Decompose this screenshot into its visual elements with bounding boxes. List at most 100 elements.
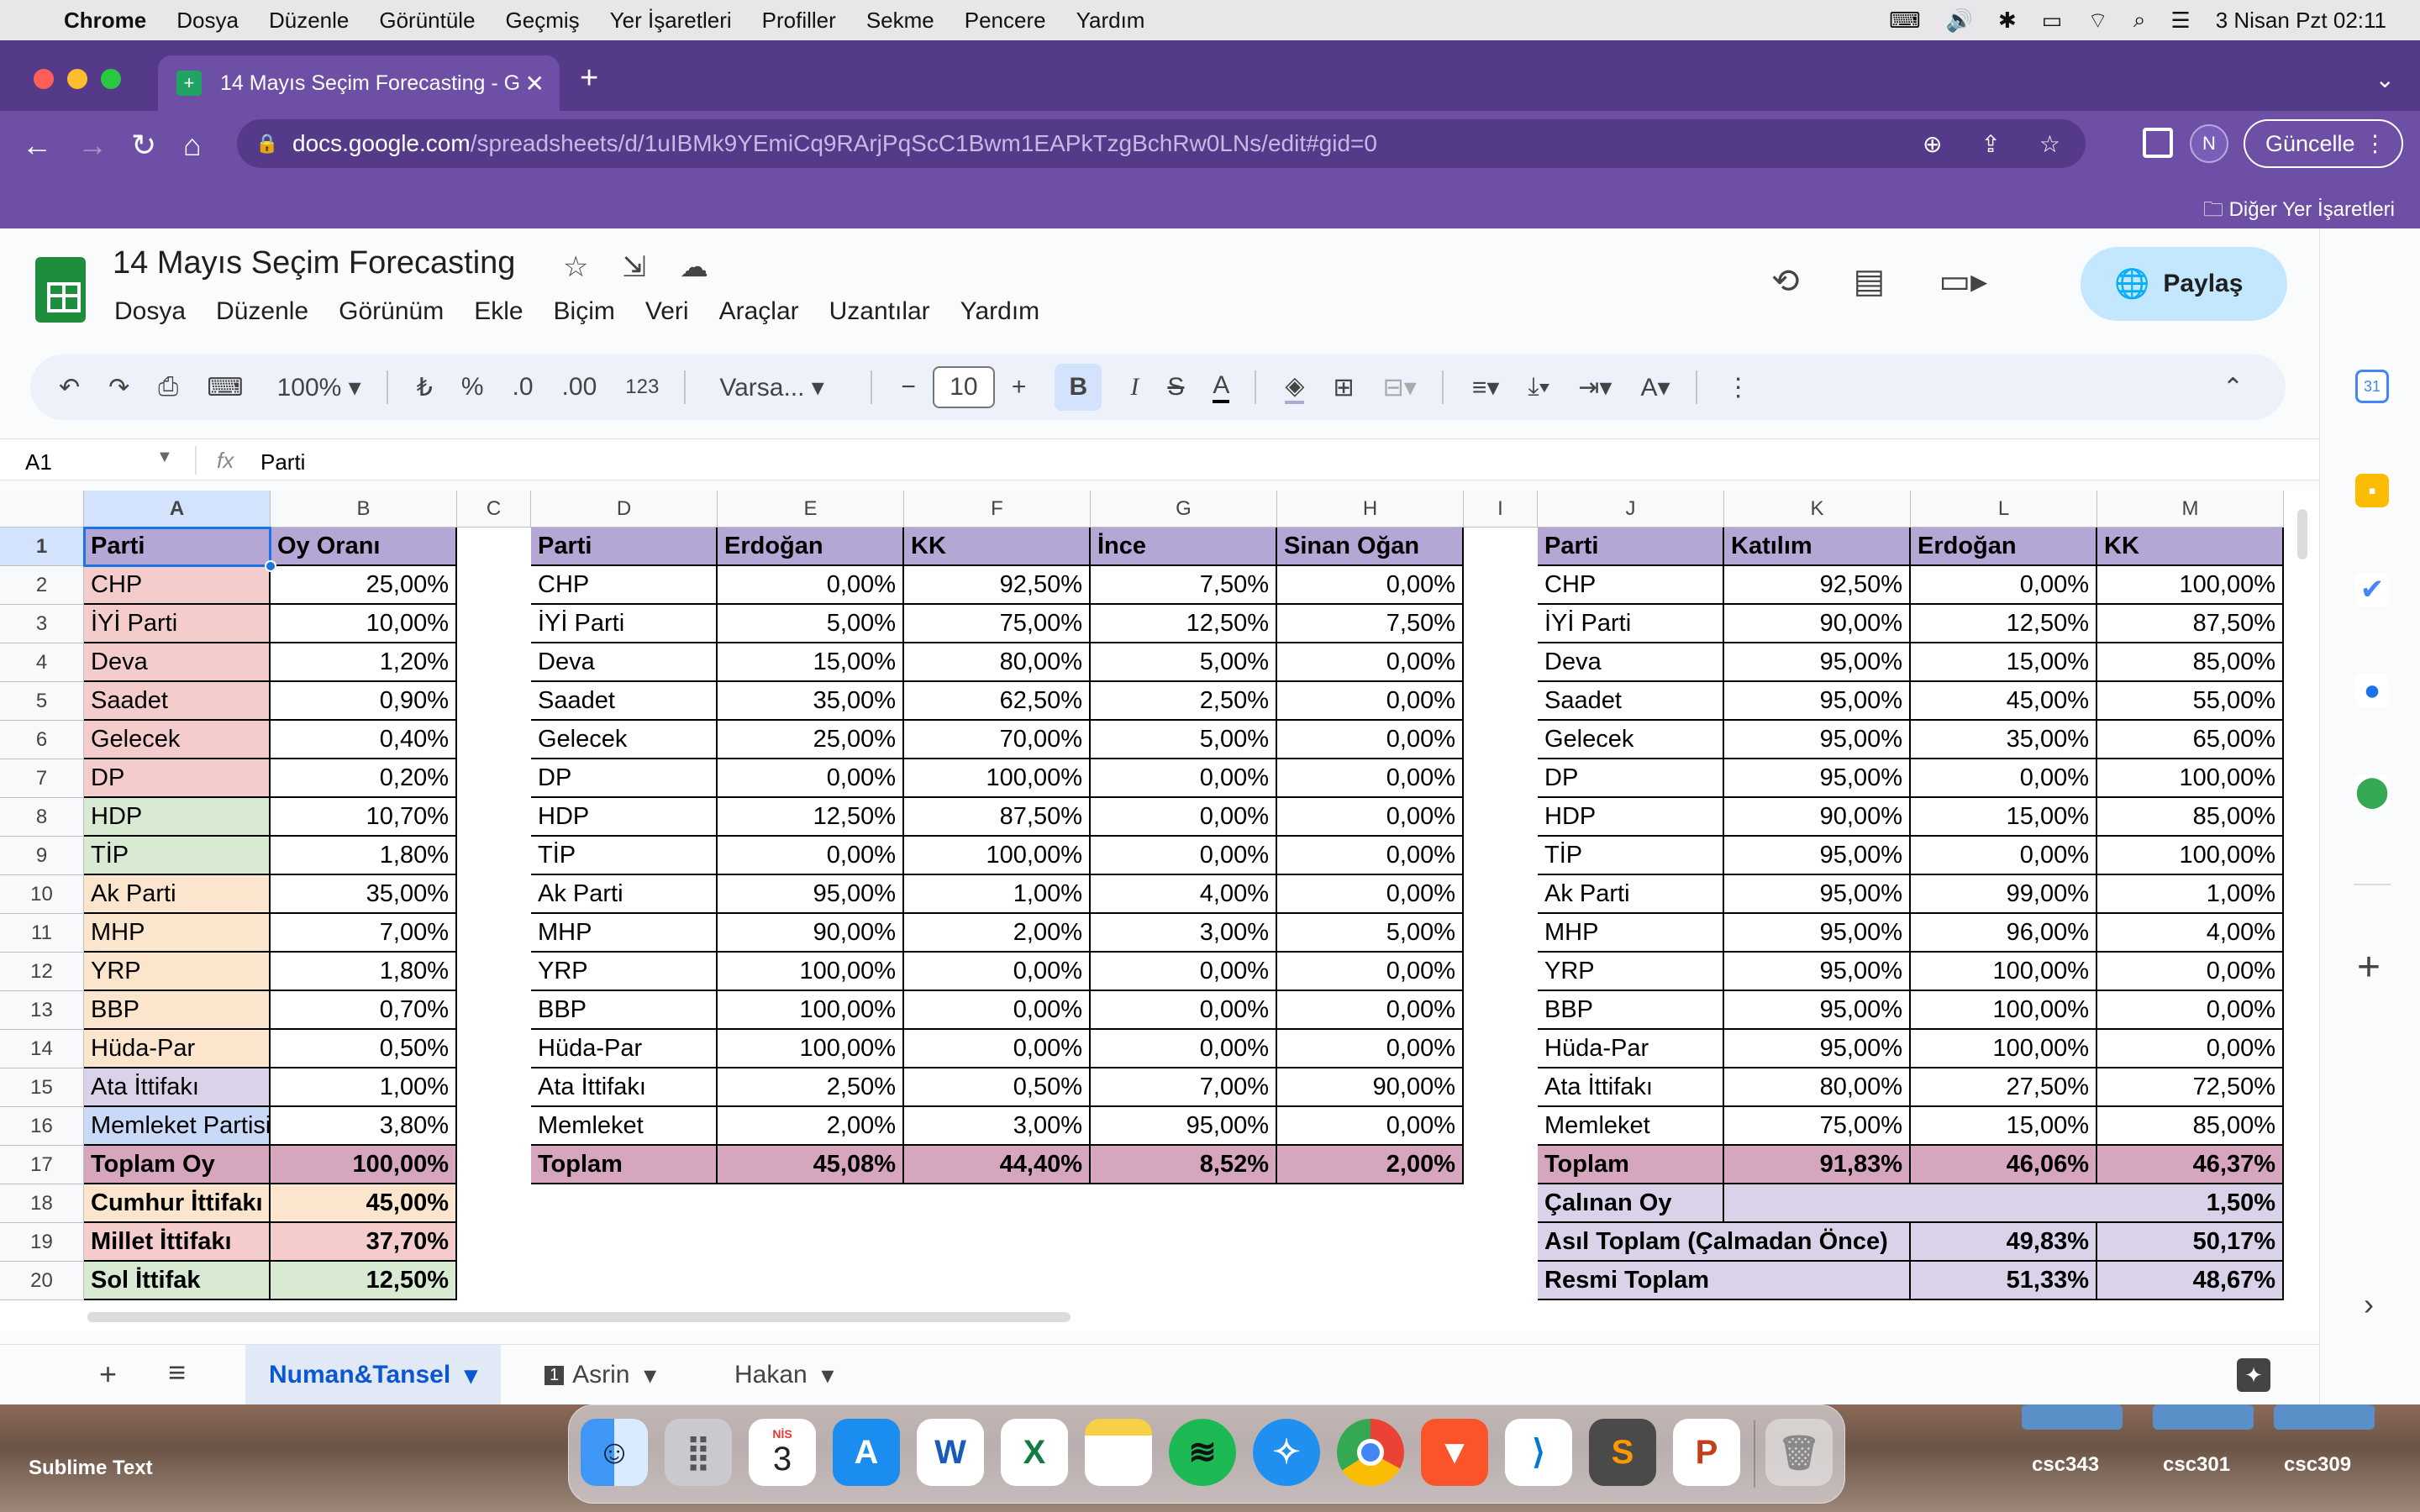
cell[interactable]: Saadet (531, 682, 718, 721)
cell[interactable]: Hüda-Par (1538, 1030, 1724, 1068)
column-header[interactable]: K (1724, 491, 1911, 528)
back-icon[interactable]: ← (22, 128, 52, 163)
row-header[interactable]: 2 (0, 566, 84, 605)
cell[interactable]: Deva (531, 643, 718, 682)
text-color-icon[interactable]: A (1213, 371, 1230, 403)
sheets-menu-item[interactable]: Ekle (474, 297, 523, 326)
add-sheet-icon[interactable]: + (99, 1357, 117, 1392)
cell[interactable]: YRP (531, 953, 718, 991)
cell[interactable]: YRP (84, 953, 271, 991)
cell[interactable]: 100,00% (718, 991, 904, 1030)
font-size-minus-icon[interactable]: − (901, 373, 916, 402)
cell[interactable]: 95,00% (718, 875, 904, 914)
menu-datetime[interactable]: 3 Nisan Pzt 02:11 (2216, 8, 2386, 34)
browser-tab-active[interactable]: + 14 Mayıs Seçim Forecasting - G ✕ (158, 55, 560, 111)
cell[interactable]: 92,50% (1724, 566, 1911, 605)
share-page-icon[interactable]: ⇪ (1981, 130, 2000, 158)
cell[interactable]: Memleket Partisi (84, 1107, 271, 1146)
cell[interactable]: 1,00% (904, 875, 1091, 914)
cell[interactable]: Ak Parti (84, 875, 271, 914)
font-size-input[interactable]: 10 (932, 366, 995, 408)
cell[interactable]: 95,00% (1724, 643, 1911, 682)
cell[interactable]: Erdoğan (718, 528, 904, 566)
cell[interactable]: Asıl Toplam (Çalmadan Önce) (1538, 1223, 1911, 1262)
horizontal-align-icon[interactable]: ≡▾ (1472, 373, 1500, 402)
desktop-folder-label[interactable]: csc301 (2163, 1453, 2230, 1477)
cell[interactable]: Erdoğan (1911, 528, 2097, 566)
row-header[interactable]: 9 (0, 837, 84, 875)
cell[interactable]: BBP (84, 991, 271, 1030)
merge-cells-icon[interactable]: ⊟▾ (1383, 373, 1417, 402)
minimize-window-icon[interactable] (67, 69, 87, 89)
cell[interactable]: 7,00% (1091, 1068, 1277, 1107)
calendar-icon[interactable]: 31 (2355, 370, 2389, 403)
cell[interactable]: 91,83% (1724, 1146, 1911, 1184)
sheet-tab[interactable]: 1 Asrin ▾ (521, 1345, 680, 1405)
cell[interactable]: 0,00% (1091, 1030, 1277, 1068)
undo-icon[interactable]: ↶ (59, 373, 80, 402)
cell[interactable]: 87,50% (904, 798, 1091, 837)
menu-item[interactable]: Yer İşaretleri (610, 8, 732, 34)
cell[interactable]: 51,33% (1911, 1262, 2097, 1300)
column-header[interactable]: F (904, 491, 1091, 528)
print-icon[interactable]: ⎙ (158, 373, 178, 402)
finder-icon[interactable]: ☺ (581, 1419, 648, 1486)
row-header[interactable]: 12 (0, 953, 84, 991)
cell[interactable]: BBP (531, 991, 718, 1030)
cell[interactable]: 0,00% (718, 566, 904, 605)
row-header[interactable]: 13 (0, 991, 84, 1030)
cell[interactable]: Memleket (531, 1107, 718, 1146)
cell[interactable]: 80,00% (904, 643, 1091, 682)
cell[interactable]: 25,00% (271, 566, 457, 605)
cell[interactable]: Gelecek (84, 721, 271, 759)
sheets-menu-item[interactable]: Uzantılar (829, 297, 930, 326)
cell[interactable]: Saadet (1538, 682, 1724, 721)
sheets-logo-icon[interactable] (35, 257, 86, 323)
percent-format-button[interactable]: % (461, 373, 484, 402)
cell[interactable]: 0,00% (1277, 991, 1464, 1030)
cell[interactable]: Parti (1538, 528, 1724, 566)
cell[interactable]: 12,50% (1911, 605, 2097, 643)
cell[interactable]: HDP (84, 798, 271, 837)
cell[interactable]: 3,80% (271, 1107, 457, 1146)
column-header[interactable]: D (531, 491, 718, 528)
cell[interactable]: CHP (1538, 566, 1724, 605)
column-header[interactable]: J (1538, 491, 1724, 528)
cell[interactable]: 72,50% (2097, 1068, 2284, 1107)
paint-format-icon[interactable]: ⌨ (207, 373, 243, 402)
cell[interactable]: 0,40% (271, 721, 457, 759)
row-header[interactable]: 17 (0, 1146, 84, 1184)
desktop-folder-icon[interactable] (2274, 1404, 2375, 1430)
close-tab-icon[interactable]: ✕ (525, 70, 544, 97)
font-select[interactable]: Varsa... ▾ (719, 373, 845, 402)
cell[interactable]: 75,00% (1724, 1107, 1911, 1146)
cell[interactable]: 12,50% (718, 798, 904, 837)
cell[interactable]: Ak Parti (1538, 875, 1724, 914)
cloud-saved-icon[interactable]: ☁ (680, 250, 708, 284)
cell[interactable]: DP (84, 759, 271, 798)
cell[interactable]: BBP (1538, 991, 1724, 1030)
row-header[interactable]: 3 (0, 605, 84, 643)
cell[interactable]: 45,00% (1911, 682, 2097, 721)
cell[interactable]: Oy Oranı (271, 528, 457, 566)
add-addon-icon[interactable]: + (2357, 944, 2381, 990)
cell[interactable]: 0,00% (1277, 1030, 1464, 1068)
cell[interactable]: 0,00% (1911, 837, 2097, 875)
zoom-select[interactable]: 100% ▾ (277, 373, 361, 402)
tab-search-chevron-icon[interactable]: ⌄ (2375, 66, 2395, 93)
cell[interactable]: Memleket (1538, 1107, 1724, 1146)
cell[interactable]: 100,00% (2097, 759, 2284, 798)
cell[interactable]: 100,00% (1911, 991, 2097, 1030)
formula-input[interactable]: Parti (260, 449, 305, 475)
cell[interactable]: 100,00% (271, 1146, 457, 1184)
maps-icon[interactable]: ⬤ (2355, 774, 2389, 808)
cell[interactable]: 3,00% (904, 1107, 1091, 1146)
cell[interactable]: 0,00% (1091, 837, 1277, 875)
cell[interactable]: 1,80% (271, 953, 457, 991)
cell[interactable]: 0,00% (1277, 837, 1464, 875)
lock-icon[interactable]: 🔒 (255, 133, 278, 155)
cell[interactable]: 96,00% (1911, 914, 2097, 953)
cell[interactable]: 95,00% (1724, 837, 1911, 875)
cell[interactable]: 7,50% (1091, 566, 1277, 605)
cell[interactable]: 49,83% (1911, 1223, 2097, 1262)
